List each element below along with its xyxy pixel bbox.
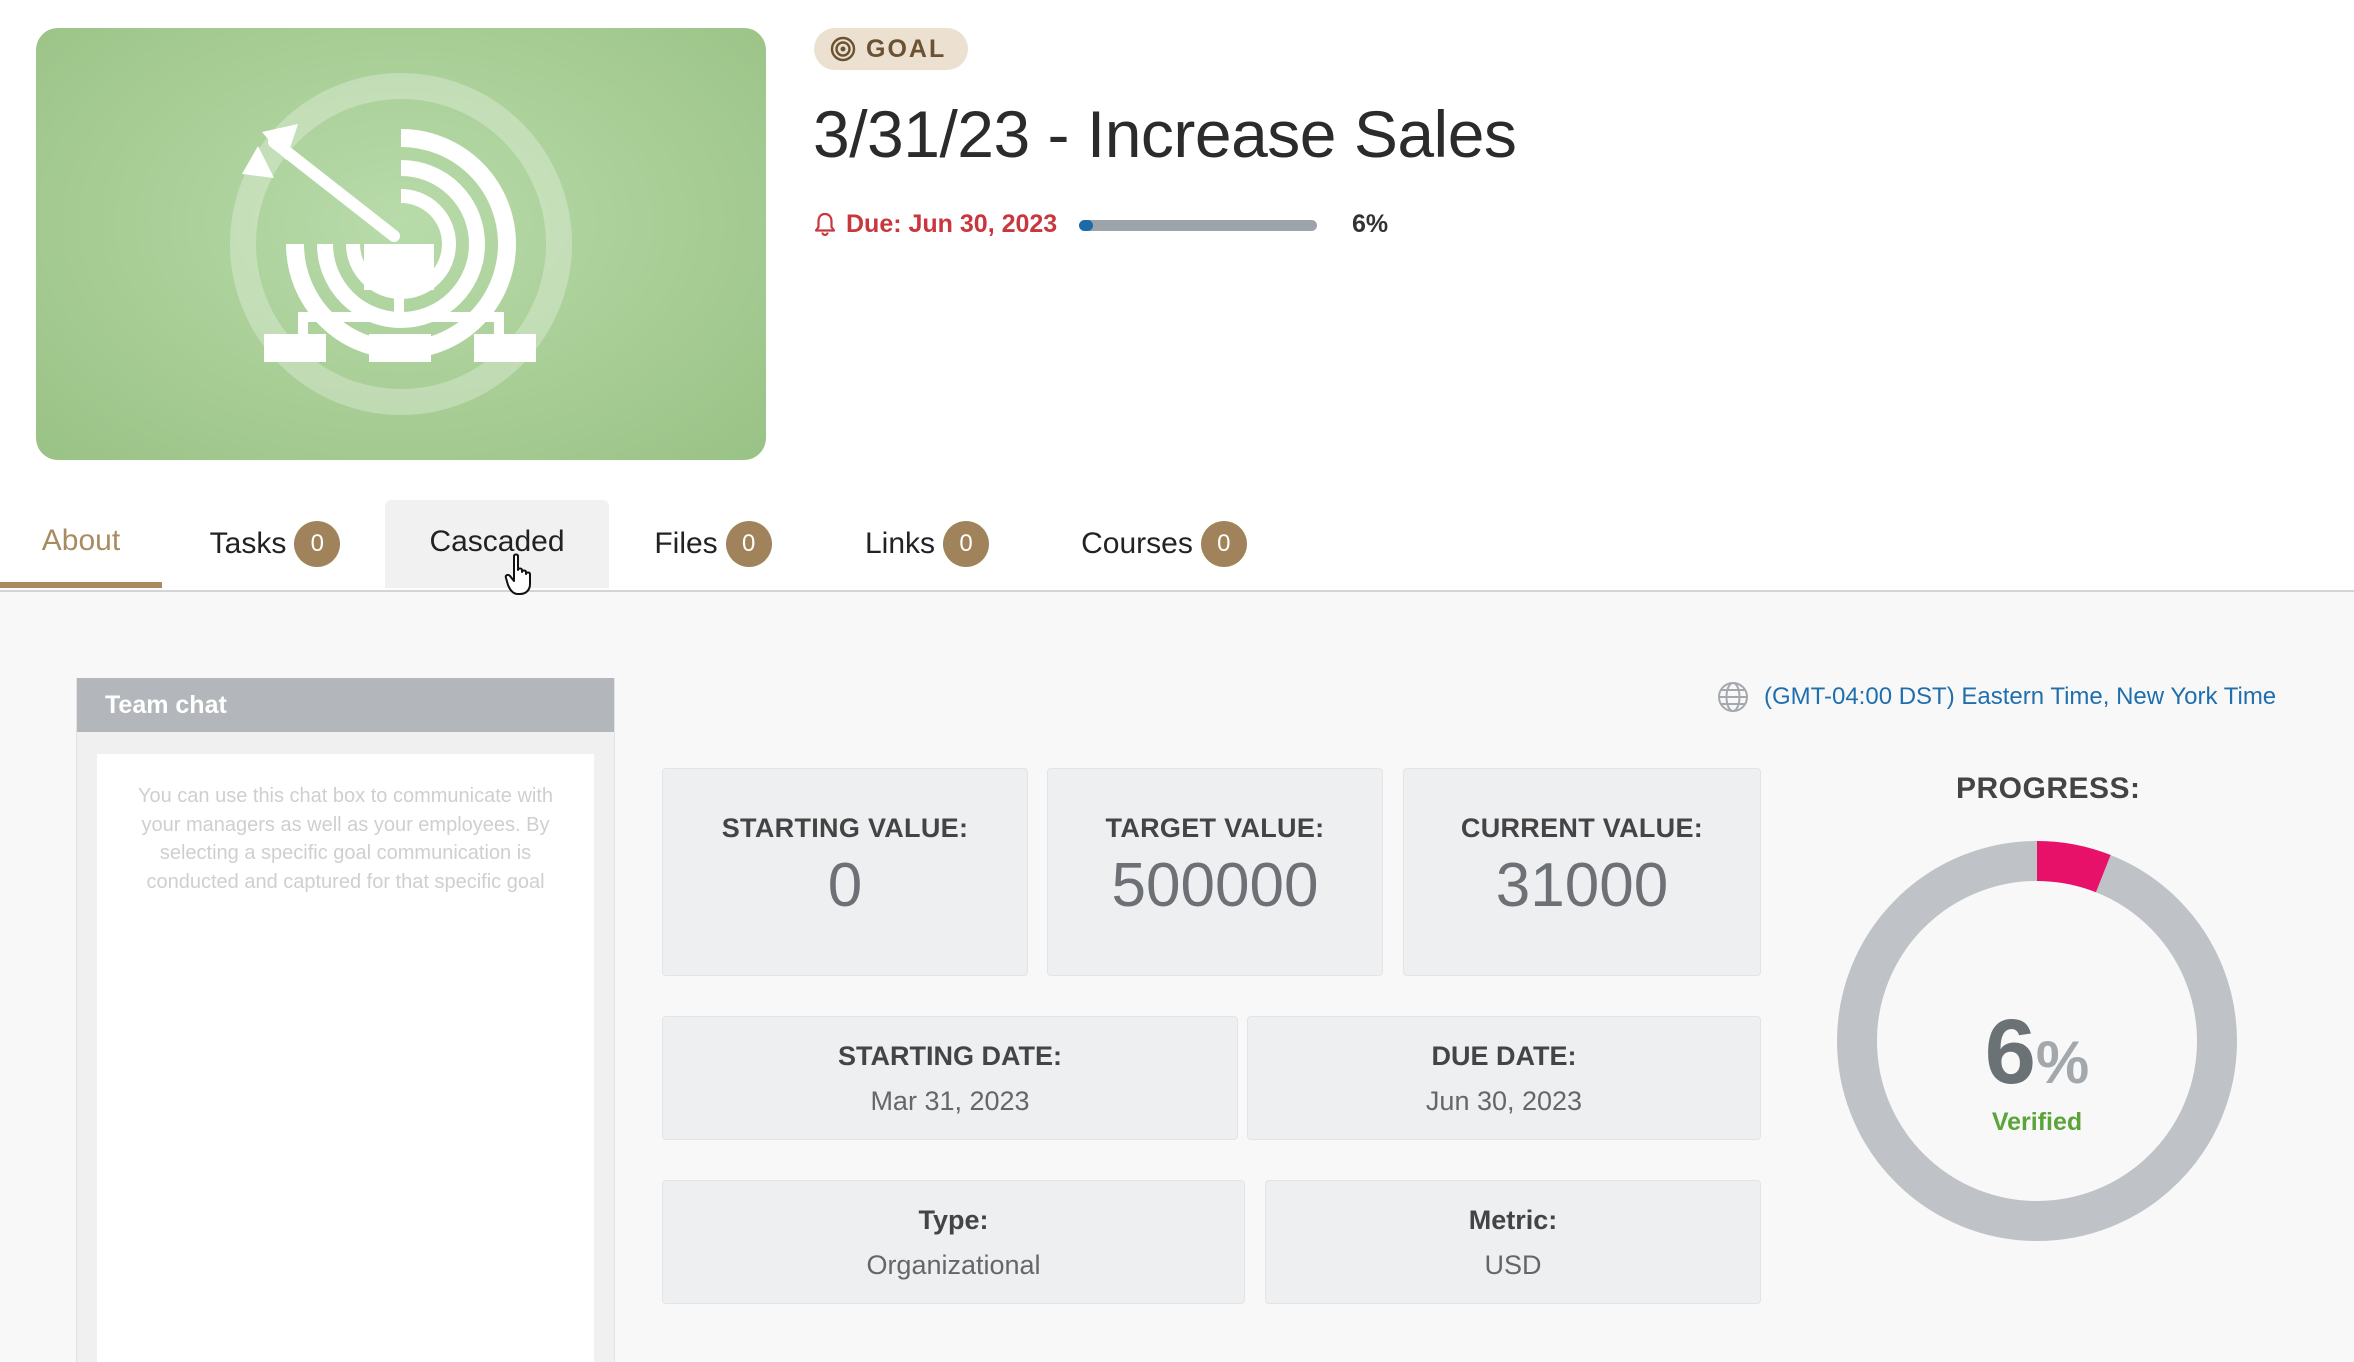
team-chat-header: Team chat xyxy=(77,678,614,732)
tab-files-count-badge: 0 xyxy=(725,521,772,567)
target-value: 500000 xyxy=(1111,851,1319,920)
tab-tasks-count-badge: 0 xyxy=(294,521,341,567)
due-date-card: DUE DATE: Jun 30, 2023 xyxy=(1247,1016,1761,1140)
tab-tasks[interactable]: Tasks 0 xyxy=(200,500,350,588)
target-value-label: TARGET VALUE: xyxy=(1105,813,1325,843)
tab-files[interactable]: Files 0 xyxy=(648,500,778,588)
tab-links[interactable]: Links 0 xyxy=(860,500,994,588)
starting-date-value: Mar 31, 2023 xyxy=(870,1086,1030,1116)
tab-courses[interactable]: Courses 0 xyxy=(1076,500,1252,588)
due-date-text: Due: Jun 30, 2023 xyxy=(846,209,1058,238)
due-date-label: DUE DATE: xyxy=(1431,1041,1577,1071)
goal-chip-label: GOAL xyxy=(866,34,947,63)
due-date-value: Jun 30, 2023 xyxy=(1425,1086,1583,1116)
team-chat-panel: Team chat You can use this chat box to c… xyxy=(76,678,615,1362)
tab-about[interactable]: About xyxy=(0,500,162,588)
team-chat-box[interactable]: You can use this chat box to communicate… xyxy=(97,754,594,1362)
goal-hero-image xyxy=(36,28,766,460)
metric-card: Metric: USD xyxy=(1265,1180,1761,1304)
starting-value-card: STARTING VALUE: 0 xyxy=(662,768,1028,976)
tab-courses-label: Courses xyxy=(1081,527,1193,560)
bell-icon xyxy=(814,212,836,237)
starting-date-card: STARTING DATE: Mar 31, 2023 xyxy=(662,1016,1238,1140)
goal-type-chip: GOAL xyxy=(814,28,969,70)
target-value-card: TARGET VALUE: 500000 xyxy=(1047,768,1383,976)
hand-pointer-cursor-icon xyxy=(504,553,531,595)
header-progress-bar xyxy=(1079,220,1317,231)
tab-links-count-badge: 0 xyxy=(943,521,990,567)
due-date-row: Due: Jun 30, 2023 xyxy=(814,206,1057,242)
team-chat-hint: You can use this chat box to communicate… xyxy=(137,785,554,893)
metric-value: USD xyxy=(1484,1250,1542,1280)
header-progress-label: 6% xyxy=(1352,210,1389,238)
progress-percent-sign: % xyxy=(2035,1029,2090,1096)
tab-cascaded[interactable]: Cascaded xyxy=(385,500,609,588)
starting-value-label: STARTING VALUE: xyxy=(721,813,969,843)
progress-donut-fill xyxy=(2036,841,2111,893)
tab-about-label: About xyxy=(41,524,121,557)
tab-bar: About Tasks 0 Cascaded Files 0 Links 0 C… xyxy=(0,500,2354,592)
page-title: 3/31/23 - Increase Sales xyxy=(813,97,1517,171)
tab-cascaded-label: Cascaded xyxy=(429,525,565,558)
type-label: Type: xyxy=(918,1205,989,1235)
timezone-link[interactable]: (GMT-04:00 DST) Eastern Time, New York T… xyxy=(1716,680,2276,714)
progress-title: PROGRESS: xyxy=(1956,772,2141,805)
type-value: Organizational xyxy=(866,1250,1041,1280)
globe-icon xyxy=(1718,682,1748,712)
progress-status-verified: Verified xyxy=(1991,1108,2083,1136)
target-arrow-org-chart-icon xyxy=(230,73,572,415)
tab-courses-count-badge: 0 xyxy=(1200,521,1247,567)
type-card: Type: Organizational xyxy=(662,1180,1245,1304)
starting-value: 0 xyxy=(827,851,863,920)
progress-number: 6 xyxy=(1984,1001,2036,1103)
current-value: 31000 xyxy=(1495,851,1669,920)
current-value-label: CURRENT VALUE: xyxy=(1460,813,1704,843)
tab-links-label: Links xyxy=(864,527,936,560)
metric-label: Metric: xyxy=(1468,1205,1558,1235)
starting-date-label: STARTING DATE: xyxy=(838,1041,1062,1071)
current-value-card: CURRENT VALUE: 31000 xyxy=(1403,768,1761,976)
tab-tasks-label: Tasks xyxy=(209,527,287,560)
progress-center: 6% xyxy=(1836,1000,2238,1105)
tab-files-label: Files xyxy=(654,527,718,560)
target-icon xyxy=(830,36,856,62)
timezone-text: (GMT-04:00 DST) Eastern Time, New York T… xyxy=(1764,683,2277,710)
header-progress-fill xyxy=(1079,220,1094,231)
